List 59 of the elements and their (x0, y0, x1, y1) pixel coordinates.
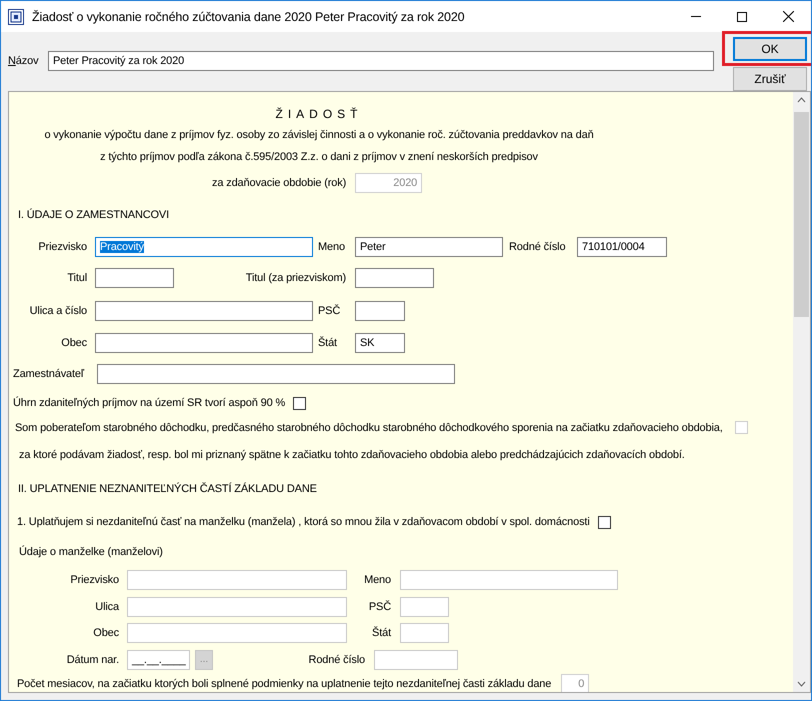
text-field[interactable] (127, 597, 347, 617)
text-field[interactable] (355, 300, 405, 320)
field-label: Počet mesiacov, na začiatku ktorých boli splnené podmienky na uplatnenie tejto nezdaniteľnej časti základu dane (17, 678, 552, 690)
close-icon (782, 11, 794, 22)
field-label: PSČ (318, 304, 340, 316)
name-label: Názov (8, 55, 40, 67)
window-title: Žiadosť o vykonanie ročného zúčtovania dane 2020 Peter Pracovitý za rok 2020 (32, 10, 466, 24)
text-field[interactable] (374, 650, 458, 670)
text-field[interactable] (400, 597, 449, 617)
field-label: Rodné číslo (509, 241, 566, 253)
checkbox[interactable] (598, 516, 611, 528)
intro-text: o vykonanie výpočtu dane z príjmov fyz. osoby zo závislej činnosti a o vykonanie roč. zúčtovania preddavkov na daň (44, 128, 594, 140)
checkbox-label: za ktoré podávam žiadosť, resp. bol mi priznaný spätne k začiatku tohto zdaňovacieho obdobia alebo predchádzajúcich zdaňovacích období. (19, 448, 685, 460)
field-label: Štát (318, 336, 337, 348)
text-field[interactable]: SK (355, 332, 405, 352)
text-field[interactable]: Peter (355, 237, 503, 257)
checkbox-label: 1. Uplatňujem si nezdaniteľnú časť na manželku (manžela) , ktorá so mnou žila v zdaňovacom období v spol. domácnosti (17, 516, 590, 528)
field-label: za zdaňovacie obdobie (rok) (212, 177, 346, 189)
form-heading: ŽIADOSŤ (275, 107, 362, 121)
text-field[interactable] (400, 570, 618, 590)
subsection-title: Údaje o manželke (manželovi) (19, 546, 163, 558)
name-field[interactable]: Peter Pracovitý za rok 2020 (48, 51, 714, 71)
text-field[interactable] (355, 268, 434, 288)
checkbox-label: Som poberateľom starobného dôchodku, predčasného starobného dôchodku starobného dôchodkového sporenia na začiatku zdaňovacieho obdobia, (15, 422, 723, 434)
field-label: PSČ (368, 601, 391, 613)
checkbox-label: Úhrn zdaniteľných príjmov na území SR tvorí aspoň 90 % (13, 397, 286, 409)
field-label: Obec (93, 627, 119, 639)
text-field[interactable] (127, 623, 347, 643)
text-field[interactable] (95, 300, 313, 320)
text-field[interactable]: __.__.____ (127, 650, 190, 670)
field-label: Štát (372, 627, 391, 639)
text-field[interactable]: 710101/0004 (577, 237, 667, 257)
minimize-icon (691, 16, 701, 17)
field-label: Priezvisko (38, 241, 87, 253)
text-field[interactable] (400, 623, 449, 643)
dialog-button[interactable]: OK (733, 37, 807, 61)
field-label: Obec (61, 336, 87, 348)
app-icon (8, 8, 24, 24)
intro-text: z týchto príjmov podľa zákona č.595/2003 Z.z. o dani z príjmov v znení neskorších predpisov (100, 150, 538, 162)
section-title: I. ÚDAJE O ZAMESTNANCOVI (18, 209, 170, 221)
field-label: Ulica (95, 601, 119, 613)
field-label: Ulica a číslo (30, 304, 87, 316)
field-label: Meno (364, 574, 391, 586)
section-title: II. UPLATNENIE NEZNANITEĽNÝCH ČASTÍ ZÁKLADU DANE (18, 482, 317, 494)
field-label: Dátum nar. (66, 654, 119, 666)
field-label: Priezvisko (70, 574, 119, 586)
maximize-icon (737, 12, 747, 22)
text-field[interactable] (95, 268, 174, 288)
checkbox[interactable] (293, 396, 306, 410)
text-field[interactable] (95, 332, 313, 352)
dialog-button[interactable]: Zrušiť (733, 67, 807, 91)
field-label: Zamestnávateľ (13, 368, 84, 380)
field-label: Meno (318, 241, 345, 253)
field-label: Titul (67, 272, 87, 284)
text-field[interactable]: Pracovitý (95, 237, 313, 257)
text-field[interactable] (127, 570, 347, 590)
field-label: Rodné číslo (308, 654, 365, 666)
text-field[interactable] (97, 364, 455, 384)
field-label: Titul (za priezviskom) (246, 272, 346, 284)
